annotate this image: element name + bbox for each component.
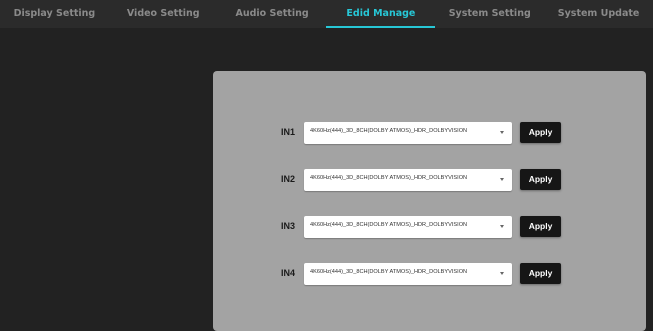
chevron-down-icon [500, 225, 504, 228]
edid-select-value: 4K60Hz(444)_3D_8CH(DOLBY ATMOS)_HDR_DOLB… [310, 128, 468, 134]
input-label: IN2 [281, 174, 296, 184]
tab-system-update[interactable]: System Update [544, 0, 653, 28]
edid-row-in4: IN4 4K60Hz(444)_3D_8CH(DOLBY ATMOS)_HDR_… [213, 263, 646, 287]
tab-video-setting[interactable]: Video Setting [109, 0, 218, 28]
tab-display-setting[interactable]: Display Setting [0, 0, 109, 28]
edid-select-value: 4K60Hz(444)_3D_8CH(DOLBY ATMOS)_HDR_DOLB… [310, 222, 468, 228]
input-label: IN3 [281, 221, 296, 231]
tab-edid-manage[interactable]: Edid Manage [326, 0, 436, 28]
edid-select-value: 4K60Hz(444)_3D_8CH(DOLBY ATMOS)_HDR_DOLB… [310, 269, 468, 275]
apply-button-in4[interactable]: Apply [520, 263, 561, 284]
top-navigation: Display Setting Video Setting Audio Sett… [0, 0, 653, 28]
tab-audio-setting[interactable]: Audio Setting [218, 0, 327, 28]
edid-select-value: 4K60Hz(444)_3D_8CH(DOLBY ATMOS)_HDR_DOLB… [310, 175, 468, 181]
input-label: IN1 [281, 127, 296, 137]
chevron-down-icon [500, 131, 504, 134]
input-label: IN4 [281, 268, 296, 278]
chevron-down-icon [500, 178, 504, 181]
edid-select-in1[interactable]: 4K60Hz(444)_3D_8CH(DOLBY ATMOS)_HDR_DOLB… [304, 122, 512, 144]
apply-button-in3[interactable]: Apply [520, 216, 561, 237]
apply-button-in2[interactable]: Apply [520, 169, 561, 190]
edid-panel: IN1 4K60Hz(444)_3D_8CH(DOLBY ATMOS)_HDR_… [213, 71, 646, 331]
apply-button-in1[interactable]: Apply [520, 122, 561, 143]
edid-select-in3[interactable]: 4K60Hz(444)_3D_8CH(DOLBY ATMOS)_HDR_DOLB… [304, 216, 512, 238]
chevron-down-icon [500, 272, 504, 275]
edid-row-in2: IN2 4K60Hz(444)_3D_8CH(DOLBY ATMOS)_HDR_… [213, 169, 646, 193]
edid-select-in2[interactable]: 4K60Hz(444)_3D_8CH(DOLBY ATMOS)_HDR_DOLB… [304, 169, 512, 191]
edid-row-in3: IN3 4K60Hz(444)_3D_8CH(DOLBY ATMOS)_HDR_… [213, 216, 646, 240]
edid-row-in1: IN1 4K60Hz(444)_3D_8CH(DOLBY ATMOS)_HDR_… [213, 122, 646, 146]
edid-select-in4[interactable]: 4K60Hz(444)_3D_8CH(DOLBY ATMOS)_HDR_DOLB… [304, 263, 512, 285]
tab-system-setting[interactable]: System Setting [435, 0, 544, 28]
